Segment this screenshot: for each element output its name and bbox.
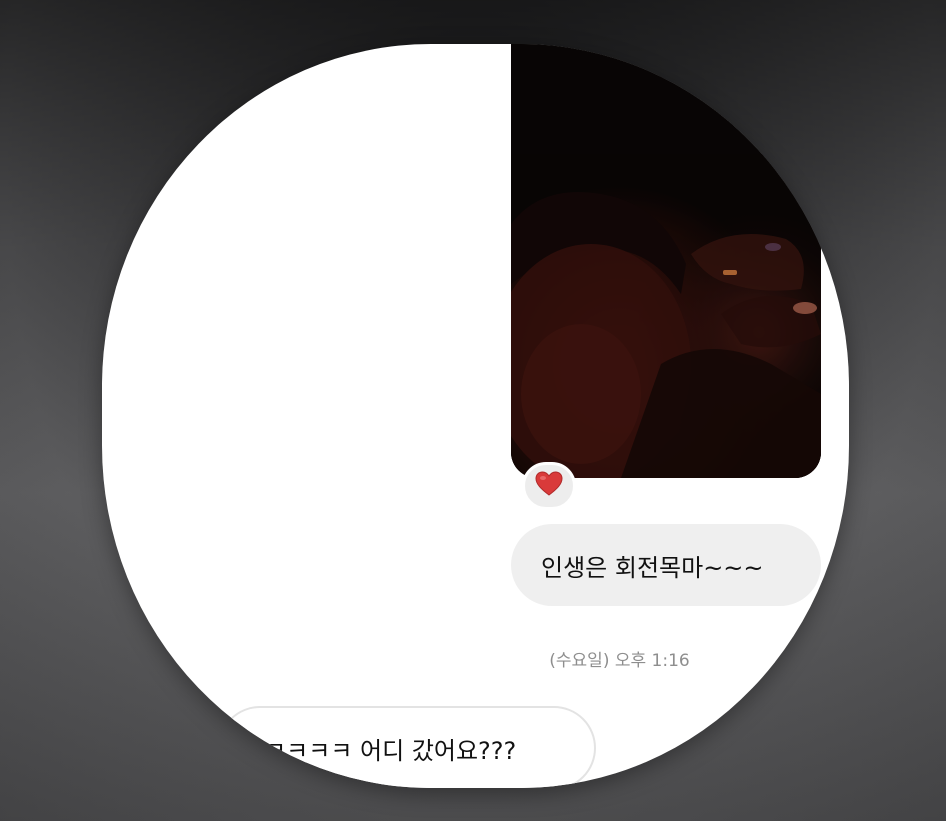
photo-message[interactable] bbox=[511, 44, 821, 478]
received-message-bubble[interactable]: ㅋㅋㅋㅋㅋ 어디 갔어요??? bbox=[218, 706, 596, 788]
sent-message-bubble[interactable]: 인생은 회전목마~~~ bbox=[511, 524, 821, 606]
chat-viewport: 인생은 회전목마~~~ (수요일) 오후 1:16 ㅋㅋㅋㅋㅋ 어디 갔어요??… bbox=[102, 44, 849, 788]
photo-image bbox=[511, 44, 821, 478]
heart-reaction-badge[interactable] bbox=[522, 462, 576, 510]
heart-icon bbox=[535, 471, 563, 501]
received-message-text: ㅋㅋㅋㅋㅋ 어디 갔어요??? bbox=[242, 736, 517, 765]
sent-message-text: 인생은 회전목마~~~ bbox=[541, 553, 764, 582]
message-timestamp: (수요일) 오후 1:16 bbox=[102, 646, 849, 671]
timestamp-text: (수요일) 오후 1:16 bbox=[549, 651, 690, 671]
